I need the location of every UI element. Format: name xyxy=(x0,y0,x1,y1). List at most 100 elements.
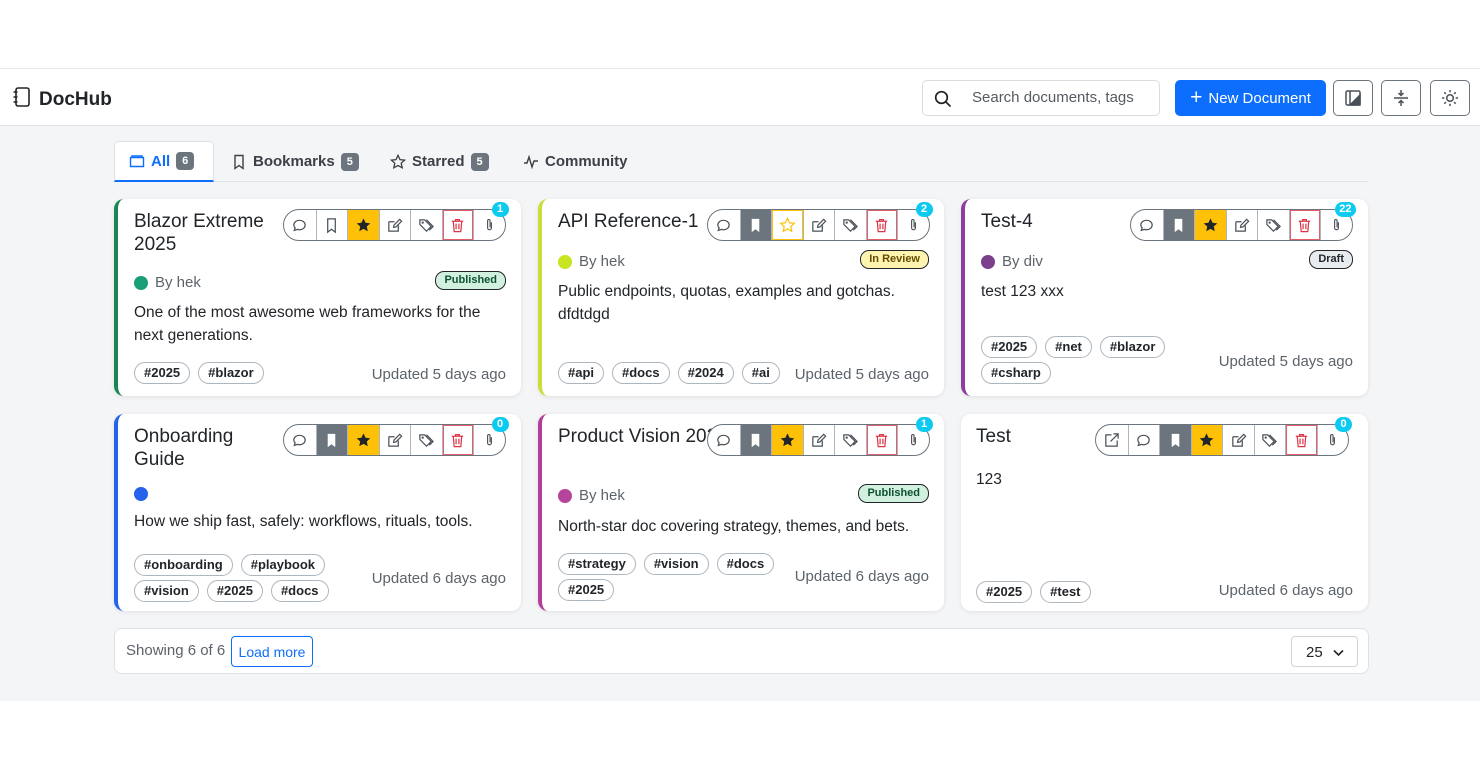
comment-button[interactable] xyxy=(284,425,316,455)
tag-chip[interactable]: #2025 xyxy=(976,581,1033,603)
bookmark-button[interactable] xyxy=(315,425,347,455)
tag-chip[interactable]: #2025 xyxy=(558,579,615,601)
attachment-button[interactable]: 0 xyxy=(473,417,509,455)
open-external-button[interactable] xyxy=(1096,425,1128,455)
tag-chip[interactable]: #test xyxy=(1040,581,1091,603)
density-toggle-button[interactable] xyxy=(1381,80,1421,116)
tag-list: #2025 #blazor xyxy=(134,362,394,384)
tag-chip[interactable]: #vision xyxy=(643,553,709,575)
edit-button[interactable] xyxy=(802,425,835,455)
comment-button[interactable] xyxy=(284,210,316,240)
tag-chip[interactable]: #2024 xyxy=(677,362,734,384)
star-button[interactable] xyxy=(347,210,379,240)
document-card[interactable]: Onboarding Guide 0 How we ship fast, safel… xyxy=(114,414,521,611)
bookmark-button[interactable] xyxy=(739,210,771,240)
tag-chip[interactable]: #2025 xyxy=(981,336,1038,358)
star-button[interactable] xyxy=(347,425,379,455)
delete-button[interactable] xyxy=(441,425,474,455)
delete-button[interactable] xyxy=(1285,425,1317,455)
bookmark-button[interactable] xyxy=(1159,425,1191,455)
search-input[interactable] xyxy=(972,89,1152,106)
delete-button[interactable] xyxy=(865,425,898,455)
tab-bookmarks-count: 5 xyxy=(340,152,359,171)
theme-toggle-button[interactable] xyxy=(1430,80,1470,116)
document-card[interactable]: Product Vision 2025 1 By hek Published North… xyxy=(538,414,944,611)
tags-button[interactable] xyxy=(834,210,866,240)
load-more-button[interactable]: Load more xyxy=(231,636,313,667)
card-title[interactable]: Blazor Extreme 2025 xyxy=(134,210,284,256)
comment-button[interactable] xyxy=(1127,425,1160,455)
comment-button[interactable] xyxy=(708,210,740,240)
attachment-button[interactable]: 1 xyxy=(473,202,509,240)
tag-chip[interactable]: #2025 xyxy=(134,362,191,384)
card-title[interactable]: Onboarding Guide xyxy=(134,425,284,471)
tags-button[interactable] xyxy=(834,425,866,455)
tag-chip[interactable]: #docs xyxy=(270,580,329,602)
document-card[interactable]: Test-4 22 By div Draft test 123 xxx #2025 #net… xyxy=(961,199,1368,396)
card-title[interactable]: Test xyxy=(976,425,1076,448)
comment-icon xyxy=(717,219,731,231)
star-button[interactable] xyxy=(771,425,803,455)
tag-chip[interactable]: #onboarding xyxy=(134,554,233,576)
tag-chip[interactable]: #net xyxy=(1045,336,1092,358)
document-card[interactable]: Test 0 123 #2025 #test Updated 6 days ago xyxy=(961,414,1368,611)
tag-chip[interactable]: #strategy xyxy=(558,553,636,575)
comment-button[interactable] xyxy=(1131,210,1163,240)
attachment-button[interactable]: 0 xyxy=(1316,417,1352,455)
attachment-button[interactable]: 2 xyxy=(897,202,933,240)
tab-community[interactable]: Community xyxy=(509,141,642,182)
tags-button[interactable] xyxy=(410,210,442,240)
tag-chip[interactable]: #docs xyxy=(612,362,670,384)
bookmark-button[interactable] xyxy=(315,210,348,240)
tag-chip[interactable]: #csharp xyxy=(981,362,1051,384)
bookmark-button[interactable] xyxy=(1162,210,1194,240)
star-button[interactable] xyxy=(1190,425,1222,455)
tag-chip[interactable]: #blazor xyxy=(198,362,264,384)
new-document-button[interactable]: + New Document xyxy=(1175,80,1326,116)
star-button[interactable] xyxy=(1194,210,1226,240)
tab-bookmarks[interactable]: Bookmarks 5 xyxy=(217,141,373,182)
tag-chip[interactable]: #blazor xyxy=(1099,336,1166,358)
tag-chip[interactable]: #vision xyxy=(134,580,199,602)
brand[interactable]: DocHub xyxy=(12,86,112,113)
document-card[interactable]: API Reference-1 2 By hek In Review Public en… xyxy=(538,199,944,396)
tags-button[interactable] xyxy=(1253,425,1286,455)
edit-button[interactable] xyxy=(802,210,835,240)
card-title[interactable]: Test-4 xyxy=(981,210,1131,233)
page-size-select[interactable]: 25 xyxy=(1291,636,1358,667)
tag-chip[interactable]: #2025 xyxy=(206,580,263,602)
tag-chip[interactable]: #docs xyxy=(716,553,775,575)
edit-button[interactable] xyxy=(1222,425,1254,455)
tag-chip[interactable]: #api xyxy=(558,362,605,384)
attachment-icon xyxy=(486,433,492,445)
updated-time: Updated 5 days ago xyxy=(794,366,929,383)
tag-chip[interactable]: #ai xyxy=(741,362,780,384)
delete-icon xyxy=(452,433,464,447)
search-box[interactable] xyxy=(922,80,1160,116)
tag-list: #2025 #net #blazor #csharp xyxy=(981,336,1181,384)
tags-button[interactable] xyxy=(410,425,442,455)
layout-toggle-button[interactable] xyxy=(1333,80,1373,116)
edit-button[interactable] xyxy=(378,425,411,455)
edit-button[interactable] xyxy=(1225,210,1258,240)
document-card[interactable]: Blazor Extreme 2025 1 By hek Published One o… xyxy=(114,199,521,396)
comment-icon xyxy=(293,219,307,231)
tags-button[interactable] xyxy=(1257,210,1289,240)
delete-button[interactable] xyxy=(441,210,474,240)
delete-button[interactable] xyxy=(1288,210,1321,240)
tag-chip[interactable]: #playbook xyxy=(240,554,326,576)
star-icon xyxy=(779,216,796,232)
card-description: North-star doc covering strategy, themes… xyxy=(558,518,910,535)
edit-button[interactable] xyxy=(378,210,411,240)
tags-icon xyxy=(1266,218,1281,232)
attachment-button[interactable]: 1 xyxy=(897,417,933,455)
attachment-count-badge: 2 xyxy=(915,202,933,217)
star-button[interactable] xyxy=(771,210,803,240)
comment-button[interactable] xyxy=(708,425,740,455)
attachment-button[interactable]: 22 xyxy=(1320,202,1356,240)
delete-button[interactable] xyxy=(865,210,898,240)
bookmark-button[interactable] xyxy=(739,425,771,455)
tab-all[interactable]: All 6 xyxy=(114,141,214,182)
star-icon xyxy=(780,432,795,446)
tab-starred[interactable]: Starred 5 xyxy=(376,141,503,182)
